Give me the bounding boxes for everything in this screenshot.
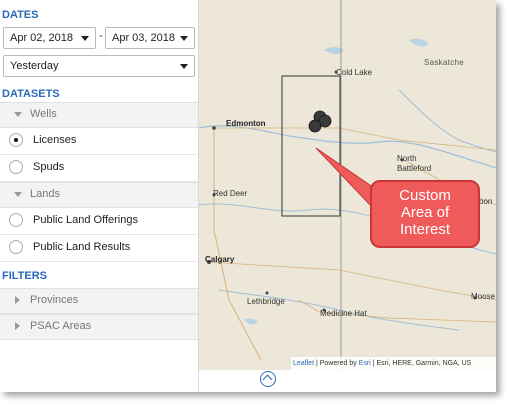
dataset-item-label: Public Land Results	[33, 241, 131, 253]
dataset-item-label: Spuds	[33, 161, 65, 173]
caret-down-icon	[14, 192, 22, 197]
dataset-item-spuds[interactable]: Spuds	[0, 155, 198, 182]
filter-group-label: Provinces	[30, 294, 79, 306]
city-label-saskatoon: oon	[479, 197, 493, 206]
caret-right-icon	[15, 322, 20, 330]
city-label-battleford: Battleford	[397, 164, 432, 173]
city-label-lethbridge: Lethbridge	[247, 297, 285, 306]
callout-line-3: Interest	[399, 221, 451, 238]
dates-title: DATES	[2, 9, 39, 21]
leaflet-link[interactable]: Leaflet	[293, 360, 314, 367]
city-label-red-deer: Red Deer	[213, 189, 248, 198]
date-to-select[interactable]: Apr 03, 2018	[105, 27, 195, 49]
custom-area-callout: Custom Area of Interest	[370, 180, 480, 248]
dataset-item-public-land-results[interactable]: Public Land Results	[0, 235, 198, 262]
date-from-value: Apr 02, 2018	[10, 32, 73, 44]
dataset-item-licenses[interactable]: Licenses	[0, 128, 198, 155]
esri-link[interactable]: Esri	[359, 360, 371, 367]
callout-line-1: Custom	[399, 187, 451, 204]
bottom-toolbar	[199, 370, 496, 392]
map-attribution: Leaflet | Powered by Esri | Esri, HERE, …	[291, 357, 496, 370]
dataset-item-public-land-offerings[interactable]: Public Land Offerings	[0, 208, 198, 235]
date-to-value: Apr 03, 2018	[112, 32, 175, 44]
city-label-edmonton: Edmonton	[226, 119, 266, 128]
caret-down-icon	[14, 112, 22, 117]
city-label-calgary: Calgary	[205, 255, 235, 264]
lands-group-header[interactable]: Lands	[0, 182, 198, 208]
city-label-medicine-hat: Medicine Hat	[320, 309, 367, 318]
wells-group-label: Wells	[30, 108, 57, 120]
radio-icon[interactable]	[9, 240, 23, 254]
caret-right-icon	[15, 296, 20, 304]
dataset-item-label: Licenses	[33, 134, 77, 146]
date-from-select[interactable]: Apr 02, 2018	[3, 27, 96, 49]
city-label-north: North	[397, 154, 417, 163]
filter-group-provinces[interactable]: Provinces	[0, 288, 198, 314]
radio-icon[interactable]	[9, 160, 23, 174]
filter-group-psac-areas[interactable]: PSAC Areas	[0, 314, 198, 340]
chevron-down-icon	[180, 64, 188, 69]
sidebar: DATES Apr 02, 2018 - Apr 03, 2018 Yester…	[0, 0, 199, 392]
filters-title: FILTERS	[2, 270, 48, 282]
radio-icon[interactable]	[9, 213, 23, 227]
filter-group-label: PSAC Areas	[30, 320, 92, 332]
well-marker[interactable]	[308, 119, 322, 133]
chevron-down-icon	[180, 36, 188, 41]
chevron-down-icon	[81, 36, 89, 41]
lands-group-label: Lands	[30, 188, 60, 200]
radio-selected-icon[interactable]	[9, 133, 23, 147]
app-window: DATES Apr 02, 2018 - Apr 03, 2018 Yester…	[0, 0, 496, 392]
attribution-powered-by: | Powered by	[315, 360, 357, 367]
datasets-title: DATASETS	[2, 88, 60, 100]
range-preset-select[interactable]: Yesterday	[3, 55, 195, 77]
expand-panel-button[interactable]	[260, 371, 276, 387]
callout-line-2: Area of	[400, 204, 450, 221]
city-label-cold-lake: Cold Lake	[336, 68, 373, 77]
dataset-item-label: Public Land Offerings	[33, 214, 138, 226]
date-separator: -	[99, 30, 103, 42]
chevron-up-icon	[262, 374, 273, 385]
attribution-sources: | Esri, HERE, Garmin, NGA, US	[372, 360, 472, 367]
province-label-saskatchewan: Saskatche	[424, 58, 465, 67]
range-preset-value: Yesterday	[10, 60, 59, 72]
city-label-moose: Moose	[471, 292, 496, 301]
wells-group-header[interactable]: Wells	[0, 102, 198, 128]
